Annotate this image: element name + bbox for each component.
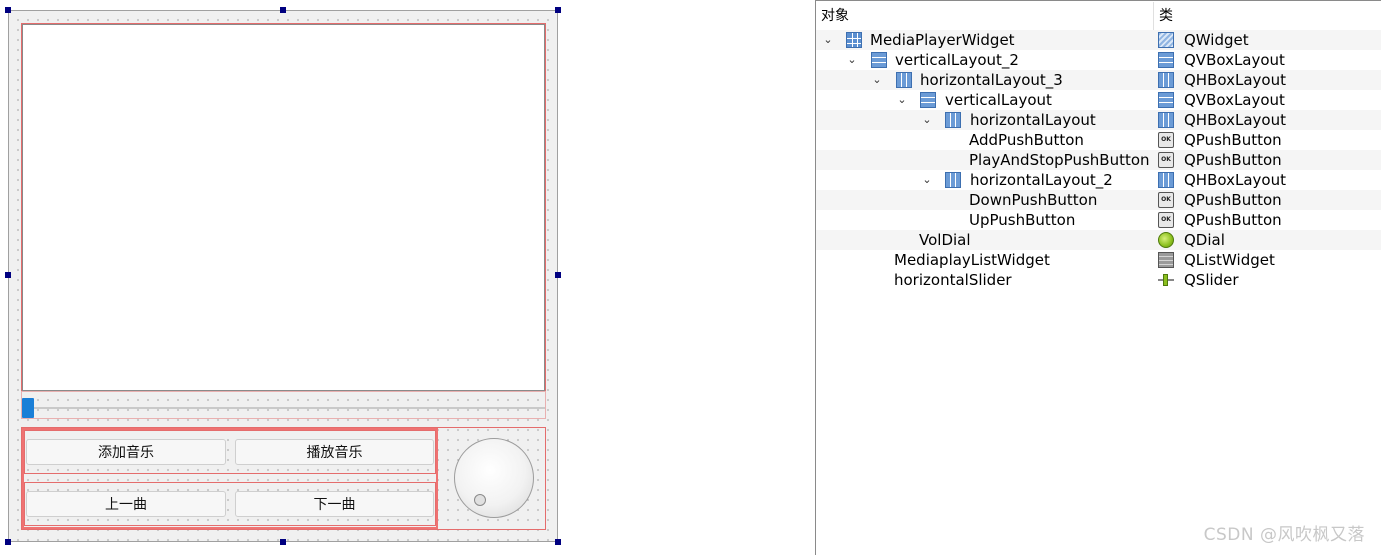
push-button-icon: OK bbox=[1158, 212, 1174, 228]
resize-handle-bottom-center[interactable] bbox=[280, 539, 286, 545]
next-track-button[interactable]: 下一曲 bbox=[235, 491, 434, 517]
tree-item-name: UpPushButton bbox=[969, 211, 1076, 229]
tree-item-class: QPushButton bbox=[1184, 131, 1282, 149]
resize-handle-top-center[interactable] bbox=[280, 7, 286, 13]
tree-item-name: horizontalLayout_2 bbox=[970, 171, 1113, 189]
tree-row[interactable]: UpPushButton OK QPushButton bbox=[816, 210, 1381, 230]
widget-icon bbox=[1158, 32, 1174, 48]
tree-item-class: QPushButton bbox=[1184, 151, 1282, 169]
tree-item-name: MediaplayListWidget bbox=[894, 251, 1050, 269]
push-button-icon: OK bbox=[1158, 152, 1174, 168]
tree-row[interactable]: MediaplayListWidget QListWidget bbox=[816, 250, 1381, 270]
chevron-down-icon[interactable]: ⌄ bbox=[822, 30, 834, 50]
chevron-down-icon[interactable]: ⌄ bbox=[871, 70, 883, 90]
vbox-icon bbox=[871, 52, 887, 68]
tree-item-class: QHBoxLayout bbox=[1184, 111, 1286, 129]
resize-handle-bottom-left[interactable] bbox=[5, 539, 11, 545]
chevron-down-icon[interactable]: ⌄ bbox=[921, 170, 933, 190]
tree-item-name: horizontalLayout bbox=[970, 111, 1096, 129]
add-music-button[interactable]: 添加音乐 bbox=[26, 439, 226, 465]
tree-row[interactable]: ⌄ verticalLayout_2 QVBoxLayout bbox=[816, 50, 1381, 70]
chevron-down-icon[interactable]: ⌄ bbox=[846, 50, 858, 70]
tree-item-class: QPushButton bbox=[1184, 191, 1282, 209]
tree-item-name: verticalLayout bbox=[945, 91, 1052, 109]
resize-handle-top-left[interactable] bbox=[5, 7, 11, 13]
resize-handle-top-right[interactable] bbox=[555, 7, 561, 13]
push-button-icon: OK bbox=[1158, 192, 1174, 208]
hbox-icon bbox=[1158, 172, 1174, 188]
resize-handle-bottom-right[interactable] bbox=[555, 539, 561, 545]
tree-item-class: QDial bbox=[1184, 231, 1225, 249]
column-header-object[interactable]: 对象 bbox=[816, 2, 1154, 30]
hbox-icon bbox=[1158, 112, 1174, 128]
slider-groove[interactable] bbox=[22, 407, 545, 409]
tree-item-name: VolDial bbox=[919, 231, 971, 249]
hbox-icon bbox=[896, 72, 912, 88]
play-music-button[interactable]: 播放音乐 bbox=[235, 439, 434, 465]
chevron-down-icon[interactable]: ⌄ bbox=[896, 90, 908, 110]
vbox-icon bbox=[920, 92, 936, 108]
tree-row[interactable]: ⌄ horizontalLayout_2 QHBoxLayout bbox=[816, 170, 1381, 190]
resize-handle-middle-left[interactable] bbox=[5, 272, 11, 278]
inspector-top-border bbox=[816, 0, 1381, 1]
tree-item-name: MediaPlayerWidget bbox=[870, 31, 1015, 49]
tree-row[interactable]: AddPushButton OK QPushButton bbox=[816, 130, 1381, 150]
chevron-down-icon[interactable]: ⌄ bbox=[921, 110, 933, 130]
tree-row[interactable]: ⌄ verticalLayout QVBoxLayout bbox=[816, 90, 1381, 110]
vbox-icon bbox=[1158, 92, 1174, 108]
vbox-icon bbox=[1158, 52, 1174, 68]
tree-item-class: QVBoxLayout bbox=[1184, 91, 1285, 109]
dial-notch bbox=[474, 494, 486, 506]
list-widget-icon bbox=[1158, 252, 1174, 268]
tree-item-name: verticalLayout_2 bbox=[895, 51, 1019, 69]
column-header-class[interactable]: 类 bbox=[1154, 2, 1381, 30]
tree-row[interactable]: DownPushButton OK QPushButton bbox=[816, 190, 1381, 210]
media-play-list-widget[interactable] bbox=[21, 23, 546, 392]
tree-row[interactable]: ⌄ horizontalLayout_3 QHBoxLayout bbox=[816, 70, 1381, 90]
tree-row[interactable]: horizontalSlider QSlider bbox=[816, 270, 1381, 290]
tree-item-class: QSlider bbox=[1184, 271, 1239, 289]
tree-item-class: QListWidget bbox=[1184, 251, 1275, 269]
volume-dial[interactable] bbox=[454, 438, 534, 518]
hbox-icon bbox=[945, 172, 961, 188]
tree-item-class: QPushButton bbox=[1184, 211, 1282, 229]
tree-row[interactable]: VolDial QDial bbox=[816, 230, 1381, 250]
tree-item-name: DownPushButton bbox=[969, 191, 1098, 209]
slider-icon bbox=[1158, 272, 1174, 288]
dial-icon bbox=[1158, 232, 1174, 248]
tree-row[interactable]: ⌄ horizontalLayout QHBoxLayout bbox=[816, 110, 1381, 130]
tree-item-name: PlayAndStopPushButton bbox=[969, 151, 1150, 169]
object-inspector-panel: 对象 类 ⌄ MediaPlayerWidget QWidget ⌄ verti… bbox=[816, 0, 1381, 555]
push-button-icon: OK bbox=[1158, 132, 1174, 148]
slider-handle[interactable] bbox=[22, 398, 34, 418]
tree-item-class: QHBoxLayout bbox=[1184, 171, 1286, 189]
tree-item-class: QHBoxLayout bbox=[1184, 71, 1286, 89]
object-tree: ⌄ MediaPlayerWidget QWidget ⌄ verticalLa… bbox=[816, 30, 1381, 290]
tree-item-class: QVBoxLayout bbox=[1184, 51, 1285, 69]
grid-layout-icon bbox=[846, 32, 862, 48]
resize-handle-middle-right[interactable] bbox=[555, 272, 561, 278]
tree-item-name: horizontalSlider bbox=[894, 271, 1012, 289]
tree-row[interactable]: ⌄ MediaPlayerWidget QWidget bbox=[816, 30, 1381, 50]
tree-item-class: QWidget bbox=[1184, 31, 1249, 49]
tree-item-name: horizontalLayout_3 bbox=[920, 71, 1063, 89]
hbox-icon bbox=[1158, 72, 1174, 88]
tree-item-name: AddPushButton bbox=[969, 131, 1084, 149]
previous-track-button[interactable]: 上一曲 bbox=[26, 491, 226, 517]
hbox-icon bbox=[945, 112, 961, 128]
slider-row-frame bbox=[21, 391, 546, 419]
tree-row[interactable]: PlayAndStopPushButton OK QPushButton bbox=[816, 150, 1381, 170]
watermark-text: CSDN @风吹枫又落 bbox=[1203, 525, 1365, 545]
